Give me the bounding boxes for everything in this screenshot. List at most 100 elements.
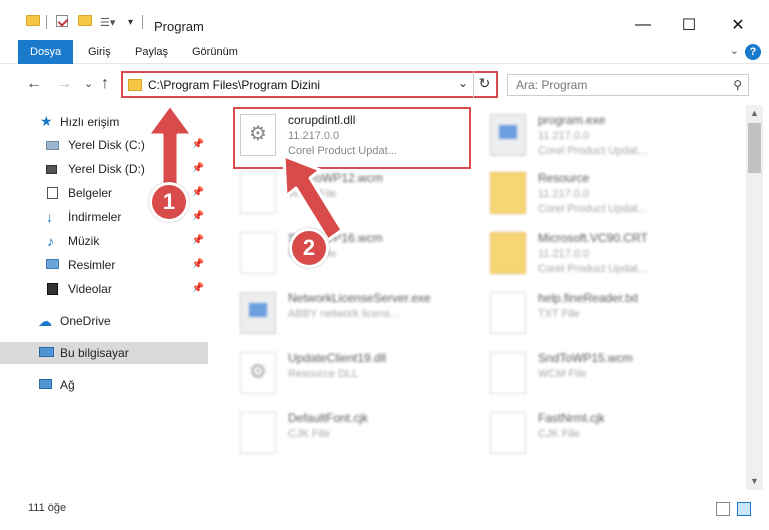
cloud-icon: ☁ bbox=[38, 313, 52, 329]
tiles-view-button[interactable] bbox=[737, 502, 751, 516]
help-icon[interactable]: ? bbox=[745, 44, 761, 60]
nav-label: Ağ bbox=[60, 378, 75, 392]
file-item[interactable]: DefaultFont.cjk CJK File bbox=[236, 408, 476, 464]
nav-item-pictures[interactable]: Resimler 📌 bbox=[0, 254, 208, 276]
file-detail: 11.217.0.0 bbox=[538, 188, 590, 200]
expand-ribbon-icon[interactable]: ⌄ bbox=[730, 44, 739, 57]
status-bar: 111 öğe bbox=[0, 490, 769, 530]
back-button[interactable]: ← bbox=[26, 75, 42, 93]
search-box[interactable]: ⚲ bbox=[507, 74, 749, 96]
address-row: ← → ⌄ ↑ C:\Program Files\Program Dizini … bbox=[0, 65, 769, 105]
file-detail: TXT File bbox=[538, 308, 580, 320]
close-button[interactable]: ✕ bbox=[715, 10, 761, 40]
file-item[interactable]: Microsoft.VC90.CRT 11.217.0.0 Corel Prod… bbox=[486, 228, 726, 284]
window-title: Program bbox=[154, 19, 204, 34]
folder-icon bbox=[128, 79, 142, 91]
download-icon: ↓ bbox=[46, 209, 53, 225]
address-dropdown-button[interactable]: ⌄ bbox=[458, 76, 468, 90]
properties-icon[interactable] bbox=[56, 15, 68, 27]
vertical-scrollbar[interactable]: ▲ ▼ bbox=[746, 105, 763, 490]
videos-icon bbox=[47, 283, 58, 295]
music-icon: ♪ bbox=[47, 233, 54, 249]
nav-label: OneDrive bbox=[60, 314, 111, 328]
details-view-button[interactable] bbox=[716, 502, 730, 516]
dll-file-icon bbox=[240, 352, 276, 394]
file-name: FastNrml.cjk bbox=[538, 411, 605, 425]
file-icon bbox=[240, 412, 276, 454]
file-item[interactable]: SndToWP15.wcm WCM File bbox=[486, 348, 726, 404]
forward-button[interactable]: → bbox=[56, 75, 72, 93]
pin-icon[interactable]: 📌 bbox=[192, 278, 204, 300]
nav-label: Bu bilgisayar bbox=[60, 346, 129, 360]
file-detail: 11.217.0.0 bbox=[538, 248, 590, 260]
highlight-box bbox=[233, 107, 471, 169]
file-item[interactable]: help.fineReader.txt TXT File bbox=[486, 288, 726, 344]
file-detail: Resource DLL bbox=[288, 368, 359, 380]
tab-dosya[interactable]: Dosya bbox=[18, 40, 74, 64]
file-detail: CJK File bbox=[538, 428, 580, 440]
recent-locations-button[interactable]: ⌄ bbox=[84, 77, 93, 90]
nav-label: İndirmeler bbox=[68, 210, 122, 224]
file-name: program.exe bbox=[538, 113, 606, 127]
file-item[interactable]: FastNrml.cjk CJK File bbox=[486, 408, 726, 464]
scroll-thumb[interactable] bbox=[748, 123, 761, 173]
nav-this-pc[interactable]: Bu bilgisayar bbox=[0, 342, 208, 364]
scroll-down-button[interactable]: ▼ bbox=[746, 473, 763, 490]
ribbon-tabs: Dosya Giriş Paylaş Görünüm ⌄ ? bbox=[0, 40, 769, 64]
new-folder-icon[interactable] bbox=[78, 15, 92, 26]
maximize-button[interactable]: ☐ bbox=[666, 10, 712, 40]
title-bar: ☰▾ ▾ Program — ☐ ✕ bbox=[0, 0, 769, 40]
exe-file-icon bbox=[490, 114, 526, 156]
tab-paylas[interactable]: Paylaş bbox=[135, 40, 168, 64]
file-detail: Corel Product Updat... bbox=[538, 263, 647, 275]
network-icon bbox=[39, 379, 52, 389]
folder-icon bbox=[490, 232, 526, 274]
nav-label: Yerel Disk (D:) bbox=[68, 162, 145, 176]
minimize-button[interactable]: — bbox=[620, 10, 666, 40]
tab-giris[interactable]: Giriş bbox=[88, 40, 111, 64]
computer-icon bbox=[39, 347, 54, 357]
file-name: Microsoft.VC90.CRT bbox=[538, 231, 648, 245]
pin-icon[interactable]: 📌 bbox=[192, 254, 204, 276]
star-icon: ★ bbox=[40, 113, 53, 129]
address-path[interactable]: C:\Program Files\Program Dizini bbox=[148, 78, 320, 92]
title-separator bbox=[142, 15, 143, 29]
nav-label: Resimler bbox=[68, 258, 116, 272]
file-name: NetworkLicenseServer.exe bbox=[288, 291, 431, 305]
nav-label: Hızlı erişim bbox=[60, 115, 120, 129]
nav-label: Yerel Disk (C:) bbox=[68, 138, 145, 152]
annotation-badge-2: 2 bbox=[289, 228, 329, 268]
file-name: help.fineReader.txt bbox=[538, 291, 639, 305]
file-detail: Corel Product Updat... bbox=[538, 145, 647, 157]
drive-icon bbox=[46, 165, 57, 174]
title-separator bbox=[46, 15, 47, 29]
file-detail: Corel Product Updat... bbox=[538, 203, 647, 215]
scroll-up-button[interactable]: ▲ bbox=[746, 105, 763, 122]
annotation-badge-1: 1 bbox=[149, 182, 189, 222]
search-input[interactable] bbox=[508, 75, 718, 95]
file-icon bbox=[490, 352, 526, 394]
file-item[interactable]: NetworkLicenseServer.exe ABBY network li… bbox=[236, 288, 476, 344]
nav-item-music[interactable]: ♪ Müzik 📌 bbox=[0, 230, 208, 252]
file-name: DefaultFont.cjk bbox=[288, 411, 369, 425]
address-bar[interactable]: C:\Program Files\Program Dizini ⌄ ↻ bbox=[121, 71, 498, 98]
view-options-icon[interactable]: ☰▾ bbox=[100, 16, 115, 29]
customize-toolbar-icon[interactable]: ▾ bbox=[128, 17, 133, 28]
nav-network[interactable]: Ağ bbox=[0, 374, 208, 396]
file-icon bbox=[490, 292, 526, 334]
file-item[interactable]: program.exe 11.217.0.0 Corel Product Upd… bbox=[486, 110, 726, 166]
file-item[interactable]: Resource 11.217.0.0 Corel Product Updat.… bbox=[486, 168, 726, 224]
file-detail: CJK File bbox=[288, 428, 330, 440]
up-button[interactable]: ↑ bbox=[101, 75, 109, 93]
file-item[interactable]: UpdateClient19.dll Resource DLL bbox=[236, 348, 476, 404]
nav-item-videos[interactable]: Videolar 📌 bbox=[0, 278, 208, 300]
file-name: UpdateClient19.dll bbox=[288, 351, 387, 365]
search-icon[interactable]: ⚲ bbox=[733, 78, 742, 92]
refresh-button[interactable]: ↻ bbox=[473, 71, 495, 98]
tab-gorunum[interactable]: Görünüm bbox=[192, 40, 238, 64]
pin-icon[interactable]: 📌 bbox=[192, 230, 204, 252]
file-name: SndToWP15.wcm bbox=[538, 351, 633, 365]
file-name: Resource bbox=[538, 171, 590, 185]
item-count: 111 öğe bbox=[28, 502, 67, 514]
nav-onedrive[interactable]: ☁ OneDrive bbox=[0, 310, 208, 332]
